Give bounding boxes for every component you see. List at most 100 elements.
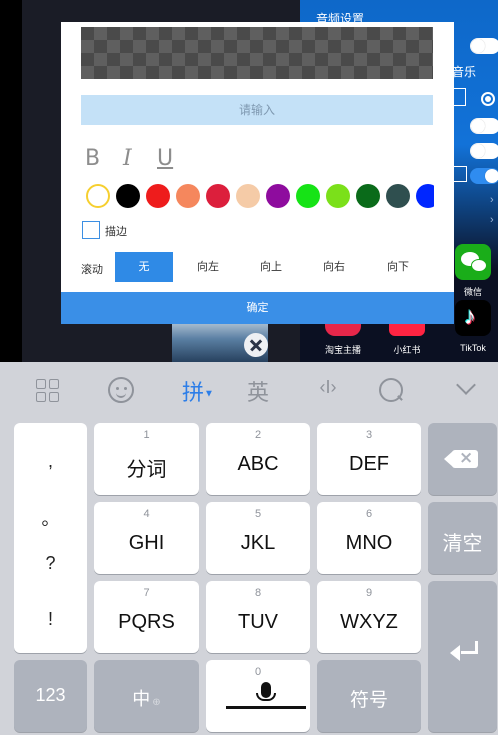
grid-icon[interactable] [36, 379, 62, 407]
color-swatch[interactable] [356, 184, 380, 208]
clear-button[interactable]: 清空 [428, 502, 497, 574]
key-7[interactable]: 7 PQRS [94, 581, 199, 653]
language-switch-label: 中 ⊕ [132, 689, 161, 709]
taobao-label: 淘宝主播 [324, 345, 361, 355]
wechat-icon[interactable] [455, 244, 491, 280]
scroll-option-down[interactable]: 向下 [369, 252, 427, 282]
color-swatch[interactable] [266, 184, 290, 208]
chevron-right-icon: › [490, 194, 494, 206]
text-input[interactable] [81, 95, 433, 125]
punct-key[interactable]: , [14, 451, 87, 472]
key-number: 3 [365, 429, 373, 441]
key-label: MNO [345, 532, 393, 554]
cursor-icon[interactable]: ‹I› [308, 377, 348, 405]
scroll-option-right[interactable]: 向右 [305, 252, 363, 282]
space-button[interactable]: 0 [206, 660, 310, 732]
scroll-options: 滚动 无 向左 向上 向右 向下 [61, 252, 454, 282]
numbers-switch-button[interactable]: 123 [14, 660, 87, 732]
key-number: 7 [143, 587, 150, 599]
key-5[interactable]: 5 JKL [206, 502, 310, 574]
key-number: 9 [365, 587, 373, 599]
key-number: 4 [143, 508, 150, 520]
language-switch-button[interactable]: 中 ⊕ [94, 660, 199, 732]
color-swatch[interactable] [116, 184, 140, 208]
bold-button[interactable]: B [85, 146, 100, 171]
microphone-icon [256, 693, 276, 701]
key-8[interactable]: 8 TUV [206, 581, 310, 653]
text-style-dialog: B I U 描边 滚动 无 向左 向上 向右 向下 确定 [61, 22, 454, 324]
color-swatch[interactable] [176, 184, 200, 208]
xiaohongshu-label: 小红书 [393, 345, 421, 355]
key-label: 分词 [126, 459, 167, 481]
enter-button[interactable] [428, 581, 497, 732]
numbers-switch-label: 123 [35, 685, 66, 705]
key-label: DEF [349, 453, 389, 475]
key-9[interactable]: 9 WXYZ [317, 581, 421, 653]
color-swatch[interactable] [416, 184, 434, 208]
scroll-option-none[interactable]: 无 [115, 252, 173, 282]
backspace-button[interactable] [428, 423, 497, 495]
search-icon[interactable] [379, 378, 403, 402]
key-number: 6 [365, 508, 373, 520]
punct-key[interactable]: 。 [14, 505, 87, 531]
tiktok-icon[interactable]: ♪ [455, 300, 491, 336]
toggle-switch[interactable] [470, 38, 498, 54]
scroll-label: 滚动 [81, 264, 103, 276]
key-number: 5 [254, 508, 262, 520]
chevron-down-icon[interactable] [454, 376, 478, 404]
left-strip [0, 0, 22, 362]
toggle-switch[interactable] [470, 118, 498, 134]
punct-key[interactable]: ! [14, 609, 87, 630]
color-swatch[interactable] [326, 184, 350, 208]
toggle-switch[interactable] [470, 168, 498, 184]
color-palette [86, 182, 434, 210]
key-6[interactable]: 6 MNO [317, 502, 421, 574]
key-3[interactable]: 3 DEF [317, 423, 421, 495]
scroll-option-up[interactable]: 向上 [242, 252, 300, 282]
checkbox-icon[interactable] [453, 166, 467, 182]
backspace-icon [444, 448, 478, 468]
symbols-button[interactable]: 符号 [317, 660, 421, 732]
key-label: JKL [240, 532, 276, 554]
key-label: GHI [128, 532, 165, 554]
confirm-button[interactable]: 确定 [61, 292, 454, 324]
key-number: 8 [254, 587, 262, 599]
color-swatch[interactable] [386, 184, 410, 208]
color-swatch[interactable] [86, 184, 110, 208]
emoji-icon[interactable] [108, 377, 134, 403]
keyboard-toolbar: 拼▼ 英 ‹I› [0, 362, 498, 418]
key-label: WXYZ [340, 611, 398, 633]
stroke-label: 描边 [105, 226, 127, 238]
underline-button[interactable]: U [157, 146, 173, 171]
key-2[interactable]: 2 ABC [206, 423, 310, 495]
close-icon[interactable] [244, 333, 268, 357]
chevron-right-icon: › [490, 214, 494, 226]
key-label: PQRS [118, 611, 175, 633]
color-swatch[interactable] [206, 184, 230, 208]
punctuation-column[interactable]: , 。 ? ! [14, 423, 87, 653]
color-swatch[interactable] [296, 184, 320, 208]
space-icon [226, 706, 306, 709]
clear-label: 清空 [442, 533, 483, 555]
symbols-label: 符号 [349, 690, 388, 711]
punct-key[interactable]: ? [14, 553, 87, 574]
key-4[interactable]: 4 GHI [94, 502, 199, 574]
checkbox-icon[interactable] [452, 88, 466, 106]
gear-icon[interactable] [481, 92, 495, 106]
key-1[interactable]: 1 分词 [94, 423, 199, 495]
italic-button[interactable]: I [123, 146, 132, 171]
key-label: TUV [238, 611, 278, 633]
scroll-option-left[interactable]: 向左 [179, 252, 237, 282]
english-mode-button[interactable]: 英 [244, 375, 272, 405]
stroke-checkbox[interactable] [82, 221, 100, 239]
text-preview-area [81, 27, 433, 79]
enter-icon [450, 641, 480, 661]
pinyin-mode-button[interactable]: 拼▼ [176, 375, 220, 405]
color-swatch[interactable] [236, 184, 260, 208]
toggle-switch[interactable] [470, 143, 498, 159]
music-label: 音乐 [452, 65, 477, 79]
key-label: ABC [237, 453, 279, 475]
key-number: 0 [254, 666, 262, 678]
color-swatch[interactable] [146, 184, 170, 208]
key-number: 2 [254, 429, 262, 441]
